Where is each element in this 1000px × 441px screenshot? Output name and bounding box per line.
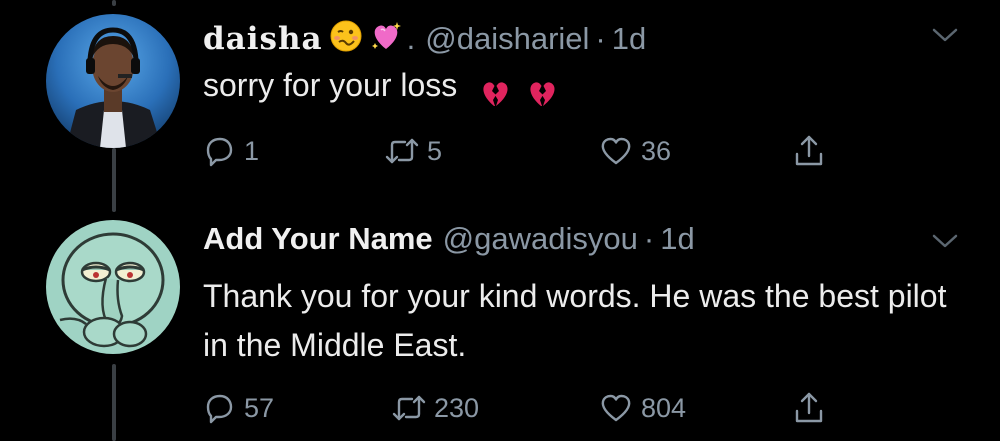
retweet-count: 5 [427, 135, 443, 166]
reply-icon [206, 137, 233, 167]
separator-dot: · [643, 221, 655, 256]
broken-heart-emoji [525, 75, 559, 109]
tweet-header: Add Your Name @gawadisyou · 1d [203, 219, 695, 259]
woozy-face-emoji [329, 19, 363, 53]
retweet-count: 230 [434, 392, 480, 423]
tweet-add-your-name[interactable]: Add Your Name @gawadisyou · 1d Thank you… [0, 205, 1000, 441]
reply-count: 1 [244, 135, 260, 166]
share-button[interactable] [790, 389, 828, 427]
tweet-actions: 1 5 36 [200, 132, 860, 172]
retweet-icon [385, 138, 419, 164]
chevron-down-icon[interactable] [930, 24, 960, 46]
like-button[interactable]: 36 [597, 132, 671, 170]
share-icon [795, 135, 823, 166]
like-count: 36 [641, 135, 672, 166]
separator-dot: · [595, 21, 606, 56]
reply-count: 57 [244, 392, 275, 423]
tweet-header: daisha . @daishariel · 1d [203, 15, 646, 59]
avatar-photo-icon [46, 14, 180, 148]
tweet-actions: 57 230 804 [200, 389, 860, 429]
sparkling-heart-emoji [369, 19, 403, 53]
like-count: 804 [641, 392, 687, 423]
reply-button[interactable]: 1 [200, 132, 259, 170]
like-icon [601, 137, 631, 165]
display-name[interactable]: daisha [203, 19, 323, 59]
tweet-text-container: sorry for your loss [203, 61, 963, 110]
name-suffix: . [406, 21, 416, 56]
broken-heart-emoji [478, 75, 512, 109]
share-button[interactable] [790, 132, 828, 170]
tweet-text: sorry for your loss [203, 67, 458, 103]
handle[interactable]: @daishariel [425, 19, 589, 59]
reply-button[interactable]: 57 [200, 389, 274, 427]
avatar[interactable] [46, 14, 180, 148]
timestamp[interactable]: 1d [612, 19, 646, 59]
timestamp[interactable]: 1d [660, 219, 694, 259]
tweet-daisha[interactable]: daisha . @daishariel · 1d sorry for your… [0, 0, 1000, 200]
retweet-icon [392, 395, 426, 421]
retweet-button[interactable]: 5 [383, 132, 442, 170]
like-icon [601, 394, 631, 422]
reply-icon [206, 394, 233, 424]
chevron-down-icon[interactable] [930, 230, 960, 252]
tweet-text: Thank you for your kind words. He was th… [203, 278, 947, 363]
avatar[interactable] [46, 220, 180, 354]
display-name[interactable]: Add Your Name [203, 219, 433, 259]
retweet-button[interactable]: 230 [390, 389, 479, 427]
share-icon [795, 392, 823, 423]
like-button[interactable]: 804 [597, 389, 686, 427]
avatar-cartoon-icon [46, 220, 180, 354]
handle[interactable]: @gawadisyou [443, 219, 638, 259]
